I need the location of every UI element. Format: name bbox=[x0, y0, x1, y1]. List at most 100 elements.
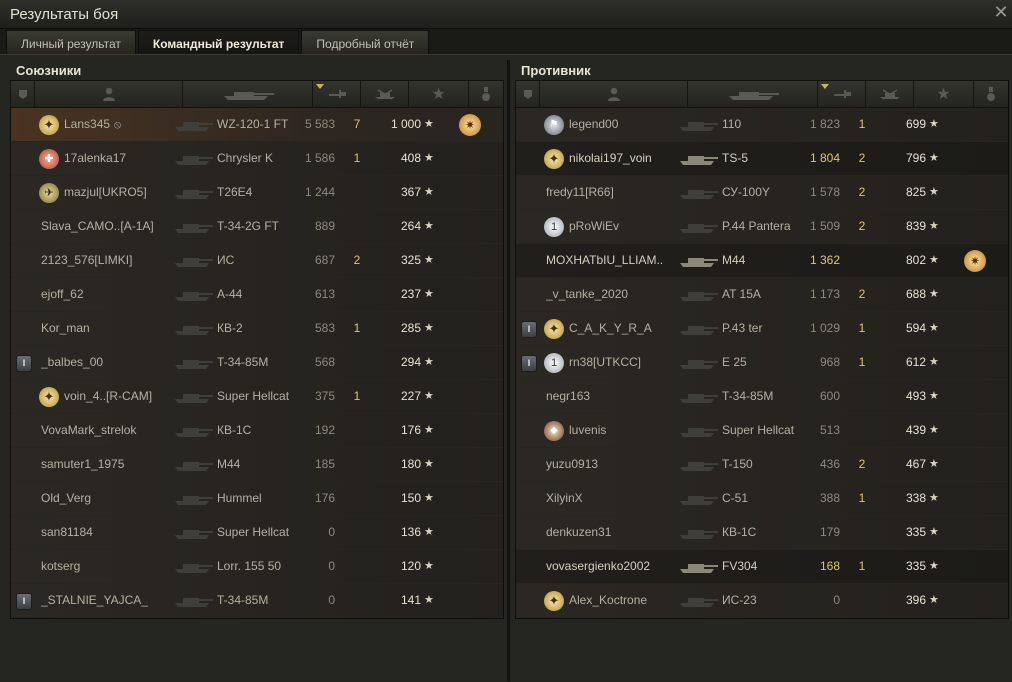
xp-value: 467 bbox=[905, 457, 926, 471]
player-name[interactable]: C_A_K_Y_R_A bbox=[569, 312, 684, 345]
header-kills[interactable] bbox=[361, 81, 409, 107]
xp-star-icon: ★ bbox=[424, 594, 434, 606]
player-name[interactable]: MOXHATbIU_LLIAM.. bbox=[546, 244, 676, 277]
header-medals[interactable] bbox=[469, 81, 503, 107]
player-row[interactable]: XilyinX C-51 388 1 338 ★ bbox=[516, 482, 1008, 515]
player-row[interactable]: fredy11[R66] СУ-100Y 1 578 2 825 ★ bbox=[516, 176, 1008, 209]
player-name[interactable]: yuzu0913 bbox=[546, 448, 676, 481]
player-row[interactable]: 1 pRoWiEv P.44 Pantera 1 509 2 839 ★ bbox=[516, 210, 1008, 243]
xp-star-icon: ★ bbox=[929, 220, 939, 232]
player-name[interactable]: legend00 bbox=[569, 108, 684, 141]
player-name[interactable]: VovaMark_strelok bbox=[41, 414, 171, 447]
xp-star-icon: ★ bbox=[929, 594, 939, 606]
header-xp[interactable]: ★ bbox=[409, 81, 469, 107]
player-row[interactable]: san81184 Super Hellcat 0 136 ★ bbox=[11, 516, 503, 549]
header-player[interactable] bbox=[540, 81, 688, 107]
player-row[interactable]: ✦ voin_4..[R-CAM] Super Hellcat 375 1 227 ★ bbox=[11, 380, 503, 413]
player-name[interactable]: Slava_CAMO..[A-1A] bbox=[41, 210, 171, 243]
tab-detailed-report[interactable]: Подробный отчёт bbox=[301, 30, 430, 54]
player-name[interactable]: denkuzen31 bbox=[546, 516, 676, 549]
player-row[interactable]: ejoff_62 A-44 613 237 ★ bbox=[11, 278, 503, 311]
damage-value: 436 bbox=[819, 457, 840, 471]
player-name[interactable]: mazjul[UKRO5] bbox=[64, 176, 179, 209]
player-name[interactable]: 2123_576[LIMKI] bbox=[41, 244, 171, 277]
player-name[interactable]: 17alenka17 bbox=[64, 142, 179, 175]
player-row[interactable]: I _balbes_00 T-34-85M 568 294 ★ bbox=[11, 346, 503, 379]
player-row[interactable]: Kor_man КВ-2 583 1 285 ★ bbox=[11, 312, 503, 345]
player-name-text: nikolai197_voin bbox=[569, 151, 652, 165]
player-row[interactable]: ✦ nikolai197_voin TS-5 1 804 2 796 ★ bbox=[516, 142, 1008, 175]
player-row[interactable]: Slava_CAMO..[A-1A] T-34-2G FT 889 264 ★ bbox=[11, 210, 503, 243]
player-row[interactable]: vovasergienko2002 FV304 168 1 335 ★ bbox=[516, 550, 1008, 583]
vehicle-name: КВ-2 bbox=[217, 321, 243, 335]
player-row[interactable]: denkuzen31 КВ-1С 179 335 ★ bbox=[516, 516, 1008, 549]
player-row[interactable]: negr163 T-34-85M 600 493 ★ bbox=[516, 380, 1008, 413]
xp-star-icon: ★ bbox=[424, 118, 434, 130]
header-kills[interactable] bbox=[866, 81, 914, 107]
kills-value bbox=[345, 278, 369, 311]
player-name[interactable]: Old_Verg bbox=[41, 482, 171, 515]
player-name[interactable]: XilyinX bbox=[546, 482, 676, 515]
player-row[interactable]: I _STALNIE_YAJCA_ T-34-85M 0 141 ★ bbox=[11, 584, 503, 617]
tab-personal-result[interactable]: Личный результат bbox=[6, 30, 136, 54]
tank-image bbox=[171, 448, 215, 481]
header-damage[interactable] bbox=[313, 81, 361, 107]
header-platoon[interactable] bbox=[516, 81, 540, 107]
header-xp[interactable]: ★ bbox=[914, 81, 974, 107]
player-name[interactable]: negr163 bbox=[546, 380, 676, 413]
player-row[interactable]: ✦ Lans345 ⦸ WZ-120-1 FT 5 583 7 1 000 ★ ✷ bbox=[11, 108, 503, 141]
achievement-medal-icon[interactable]: ✷ bbox=[964, 250, 986, 272]
player-row[interactable]: yuzu0913 T-150 436 2 467 ★ bbox=[516, 448, 1008, 481]
player-name[interactable]: luvenis bbox=[569, 414, 684, 447]
tank-image bbox=[676, 244, 720, 277]
header-medals[interactable] bbox=[974, 81, 1008, 107]
player-name[interactable]: kotserg bbox=[41, 550, 171, 583]
player-row[interactable]: ◆ luvenis Super Hellcat 513 439 ★ bbox=[516, 414, 1008, 447]
player-name[interactable]: nikolai197_voin bbox=[569, 142, 684, 175]
xp-star-icon: ★ bbox=[929, 390, 939, 402]
achievement-medal-icon[interactable]: ✷ bbox=[459, 114, 481, 136]
player-name[interactable]: Alex_Koctrone bbox=[569, 584, 684, 617]
player-name[interactable]: fredy11[R66] bbox=[546, 176, 676, 209]
badge-cell: 1 bbox=[542, 346, 564, 379]
player-name[interactable]: _STALNIE_YAJCA_ bbox=[41, 584, 171, 617]
tank-silhouette-icon bbox=[175, 462, 213, 471]
header-player[interactable] bbox=[35, 81, 183, 107]
player-name[interactable]: Kor_man bbox=[41, 312, 171, 345]
player-row[interactable]: kotserg Lorr. 155 50 0 120 ★ bbox=[11, 550, 503, 583]
player-row[interactable]: ⚑ legend00 110 1 823 1 699 ★ bbox=[516, 108, 1008, 141]
player-row[interactable]: Old_Verg Hummel 176 150 ★ bbox=[11, 482, 503, 515]
player-name[interactable]: samuter1_1975 bbox=[41, 448, 171, 481]
header-damage[interactable] bbox=[818, 81, 866, 107]
player-row[interactable]: ✦ Alex_Koctrone ИС-23 0 396 ★ bbox=[516, 584, 1008, 617]
player-row[interactable]: MOXHATbIU_LLIAM.. M44 1 362 802 ★ ✷ bbox=[516, 244, 1008, 277]
mastery-badge-icon: ⚑ bbox=[544, 115, 564, 135]
player-name[interactable]: _balbes_00 bbox=[41, 346, 171, 379]
player-row[interactable]: 2123_576[LIMKI] ИС 687 2 325 ★ bbox=[11, 244, 503, 277]
player-row[interactable]: _v_tanke_2020 AT 15A 1 173 2 688 ★ bbox=[516, 278, 1008, 311]
player-name[interactable]: _v_tanke_2020 bbox=[546, 278, 676, 311]
player-row[interactable]: samuter1_1975 M44 185 180 ★ bbox=[11, 448, 503, 481]
vehicle-name: T-150 bbox=[722, 457, 753, 471]
header-platoon[interactable] bbox=[11, 81, 35, 107]
player-name[interactable]: san81184 bbox=[41, 516, 171, 549]
xp-star-icon: ★ bbox=[929, 526, 939, 538]
player-name[interactable]: vovasergienko2002 bbox=[546, 550, 676, 583]
header-vehicle[interactable] bbox=[688, 81, 818, 107]
header-vehicle[interactable] bbox=[183, 81, 313, 107]
player-name[interactable]: Lans345 ⦸ bbox=[64, 108, 179, 141]
xp-star-icon: ★ bbox=[424, 356, 434, 368]
player-row[interactable]: I 1 rn38[UTKCC] E 25 968 1 612 ★ bbox=[516, 346, 1008, 379]
player-row[interactable]: VovaMark_strelok КВ-1С 192 176 ★ bbox=[11, 414, 503, 447]
player-name[interactable]: rn38[UTKCC] bbox=[569, 346, 684, 379]
player-name[interactable]: voin_4..[R-CAM] bbox=[64, 380, 179, 413]
player-row[interactable]: ✈ mazjul[UKRO5] T26E4 1 244 367 ★ bbox=[11, 176, 503, 209]
player-row[interactable]: ✚ 17alenka17 Chrysler K 1 586 1 408 ★ bbox=[11, 142, 503, 175]
player-name[interactable]: ejoff_62 bbox=[41, 278, 171, 311]
xp-value: 120 bbox=[400, 559, 421, 573]
tank-silhouette-icon bbox=[175, 224, 213, 233]
player-row[interactable]: I ✦ C_A_K_Y_R_A P.43 ter 1 029 1 594 ★ bbox=[516, 312, 1008, 345]
player-name[interactable]: pRoWiEv bbox=[569, 210, 684, 243]
tab-team-result[interactable]: Командный результат bbox=[137, 30, 300, 54]
close-icon[interactable]: ✕ bbox=[992, 2, 1010, 23]
